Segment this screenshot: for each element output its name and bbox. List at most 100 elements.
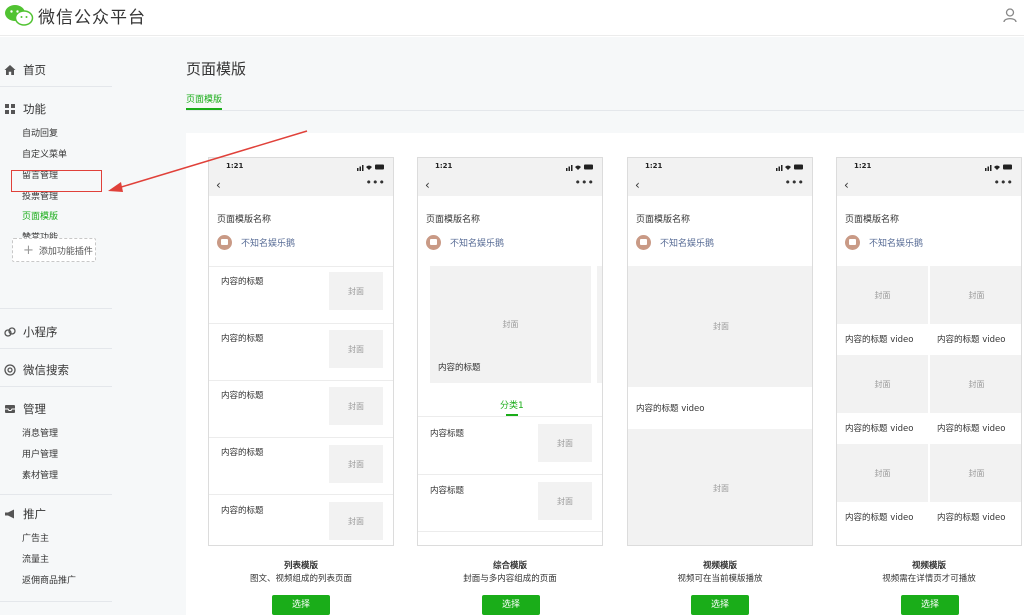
list-item-title: 内容的标题 — [221, 277, 264, 287]
signal-wifi-battery-icon — [985, 164, 1012, 171]
template-description: 视频需在详情页才可播放 — [882, 574, 976, 584]
select-list-template-button[interactable]: 选择 — [272, 595, 330, 615]
cover-placeholder: 封面 — [329, 272, 383, 310]
sidebar-item-commission[interactable]: 返佣商品推广 — [22, 574, 76, 588]
sidebar-item-messages[interactable]: 消息管理 — [22, 427, 58, 441]
video-cover: 封面 — [930, 355, 1021, 413]
divider — [0, 494, 112, 495]
phone-nav-bar: ‹ ••• — [209, 176, 393, 196]
nav-home[interactable]: 首页 — [4, 61, 46, 79]
add-plugin-label: 添加功能插件 — [38, 246, 93, 257]
video-cover: 封面 — [837, 266, 928, 324]
author-row: 不知名娱乐鹅 — [845, 235, 923, 250]
inbox-icon — [5, 405, 15, 413]
nav-manage[interactable]: 管理 — [4, 400, 46, 418]
divider — [0, 308, 112, 309]
template-name: 页面模版名称 — [636, 215, 691, 225]
video-title: 内容的标题 video — [937, 335, 1006, 345]
template-name: 页面模版名称 — [217, 215, 272, 225]
phone-nav-bar: ‹ ••• — [628, 176, 812, 196]
tab-page-templates[interactable]: 页面模版 — [186, 92, 223, 110]
phone-preview-video: 1:21 ‹ ••• 页面模版名称 不知名娱乐鹅 封面 内容的标题 video … — [627, 157, 813, 546]
sidebar-item-materials[interactable]: 素材管理 — [22, 469, 58, 483]
cover-placeholder: 封面 — [538, 424, 592, 462]
sidebar-item-auto-reply[interactable]: 自动回复 — [22, 127, 58, 141]
sidebar-item-custom-menu[interactable]: 自定义菜单 — [22, 148, 67, 162]
video-cover: 封面 — [930, 444, 1021, 502]
next-cover-peek — [597, 266, 602, 383]
divider — [209, 437, 393, 438]
template-name: 页面模版名称 — [426, 215, 481, 225]
highlight-box — [11, 170, 102, 192]
sidebar-item-page-templates[interactable]: 页面模版 — [22, 210, 58, 224]
status-bar: 1:21 — [418, 158, 602, 176]
back-icon[interactable]: ‹ — [425, 178, 430, 192]
author-row: 不知名娱乐鹅 — [426, 235, 504, 250]
more-icon[interactable]: ••• — [366, 176, 385, 189]
author-row: 不知名娱乐鹅 — [636, 235, 714, 250]
nav-miniprogram-label: 小程序 — [23, 325, 58, 339]
status-time: 1:21 — [435, 162, 453, 170]
nav-manage-label: 管理 — [23, 402, 46, 416]
phone-preview-list: 1:21 ‹ ••• 页面模版名称 不知名娱乐鹅 内容的标题 封面 内容的标题 … — [208, 157, 394, 546]
back-icon[interactable]: ‹ — [216, 178, 221, 192]
list-item-title: 内容的标题 — [221, 391, 264, 401]
video-cover: 封面 — [837, 355, 928, 413]
more-icon[interactable]: ••• — [994, 176, 1013, 189]
video-title: 内容的标题 video — [636, 404, 705, 414]
divider — [0, 601, 112, 602]
megaphone-icon — [5, 509, 14, 519]
video-cover: 封面 — [837, 444, 928, 502]
phone-nav-bar: ‹ ••• — [418, 176, 602, 196]
sidebar-item-users[interactable]: 用户管理 — [22, 448, 58, 462]
video-title: 内容的标题 video — [937, 424, 1006, 434]
more-icon[interactable]: ••• — [575, 176, 594, 189]
nav-promote[interactable]: 推广 — [4, 505, 46, 523]
miniprogram-icon — [4, 327, 16, 337]
phone-preview-video-grid: 1:21 ‹ ••• 页面模版名称 不知名娱乐鹅 封面 封面 内容的标题 vid… — [836, 157, 1022, 546]
add-plugin-button[interactable]: + 添加功能插件 — [12, 238, 96, 262]
nav-home-label: 首页 — [23, 63, 46, 77]
grid-icon — [5, 104, 15, 114]
back-icon[interactable]: ‹ — [635, 178, 640, 192]
sidebar-item-votes[interactable]: 投票管理 — [22, 190, 58, 204]
video-title: 内容的标题 video — [845, 335, 914, 345]
cover-placeholder: 封面 — [329, 387, 383, 425]
template-title: 视频模版 — [911, 561, 946, 571]
video-title: 内容的标题 video — [845, 424, 914, 434]
sidebar-item-advertiser[interactable]: 广告主 — [22, 532, 49, 546]
page-title: 页面模版 — [186, 60, 247, 78]
divider — [209, 380, 393, 381]
author-name: 不知名娱乐鹅 — [869, 239, 924, 249]
nav-function[interactable]: 功能 — [4, 100, 46, 118]
nav-search-label: 微信搜索 — [23, 363, 69, 377]
brand-title: 微信公众平台 — [38, 8, 146, 28]
divider — [0, 386, 112, 387]
status-bar: 1:21 — [837, 158, 1021, 176]
wechat-logo-icon[interactable] — [4, 3, 34, 27]
template-title: 列表模版 — [283, 561, 318, 571]
nav-search[interactable]: 微信搜索 — [4, 361, 69, 379]
cover-placeholder: 封面 — [329, 330, 383, 368]
divider — [209, 494, 393, 495]
back-icon[interactable]: ‹ — [844, 178, 849, 192]
select-video-template-button[interactable]: 选择 — [691, 595, 749, 615]
more-icon[interactable]: ••• — [785, 176, 804, 189]
select-mixed-template-button[interactable]: 选择 — [482, 595, 540, 615]
select-video-grid-template-button[interactable]: 选择 — [901, 595, 959, 615]
user-icon[interactable] — [1002, 7, 1018, 23]
hero-title: 内容的标题 — [438, 363, 481, 373]
status-time: 1:21 — [854, 162, 872, 170]
list-item-title: 内容的标题 — [221, 448, 264, 458]
status-time: 1:21 — [226, 162, 244, 170]
avatar — [845, 235, 860, 250]
video-cover: 封面 — [930, 266, 1021, 324]
category-tab[interactable]: 分类1 — [500, 398, 524, 411]
nav-miniprogram[interactable]: 小程序 — [4, 323, 58, 341]
avatar — [217, 235, 232, 250]
video-title: 内容的标题 video — [845, 513, 914, 523]
sidebar-item-publisher[interactable]: 流量主 — [22, 553, 49, 567]
divider — [418, 531, 602, 532]
phone-nav-bar: ‹ ••• — [837, 176, 1021, 196]
avatar — [426, 235, 441, 250]
